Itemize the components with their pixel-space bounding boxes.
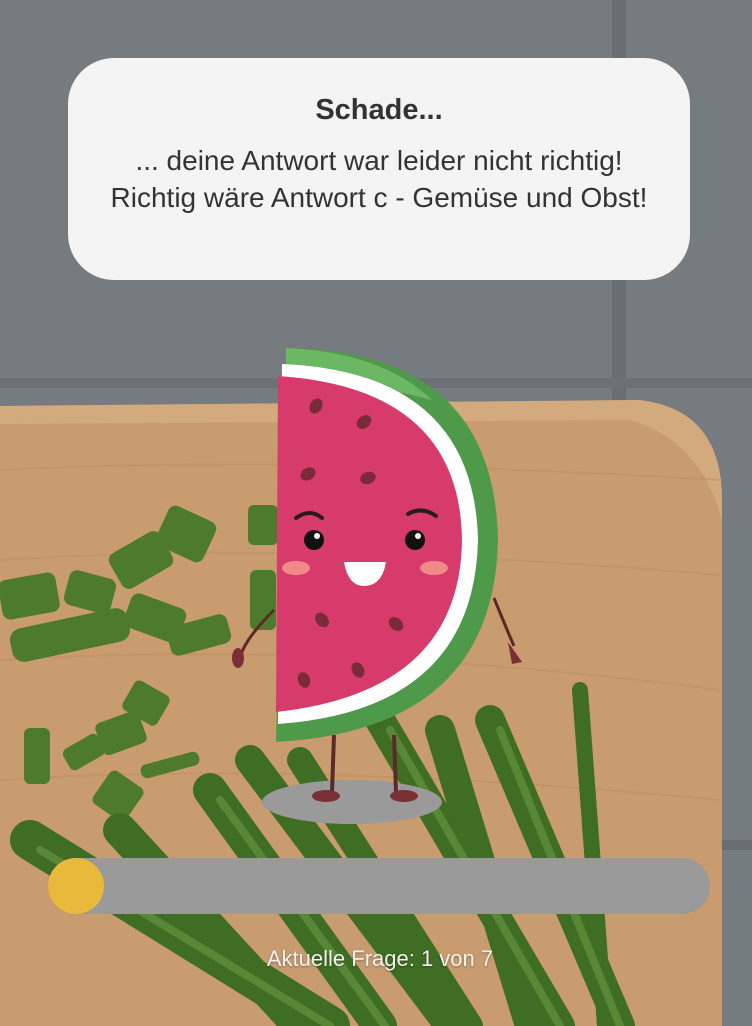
progress-bar [48,858,710,914]
feedback-message: ... deine Antwort war leider nicht richt… [110,145,648,213]
feedback-card: Schade... ... deine Antwort war leider n… [68,58,690,280]
watermelon-mascot-icon [232,348,522,824]
current-question-label: Aktuelle Frage: 1 von 7 [266,946,494,971]
progress-fill [48,858,104,914]
feedback-title: Schade... [315,94,443,126]
